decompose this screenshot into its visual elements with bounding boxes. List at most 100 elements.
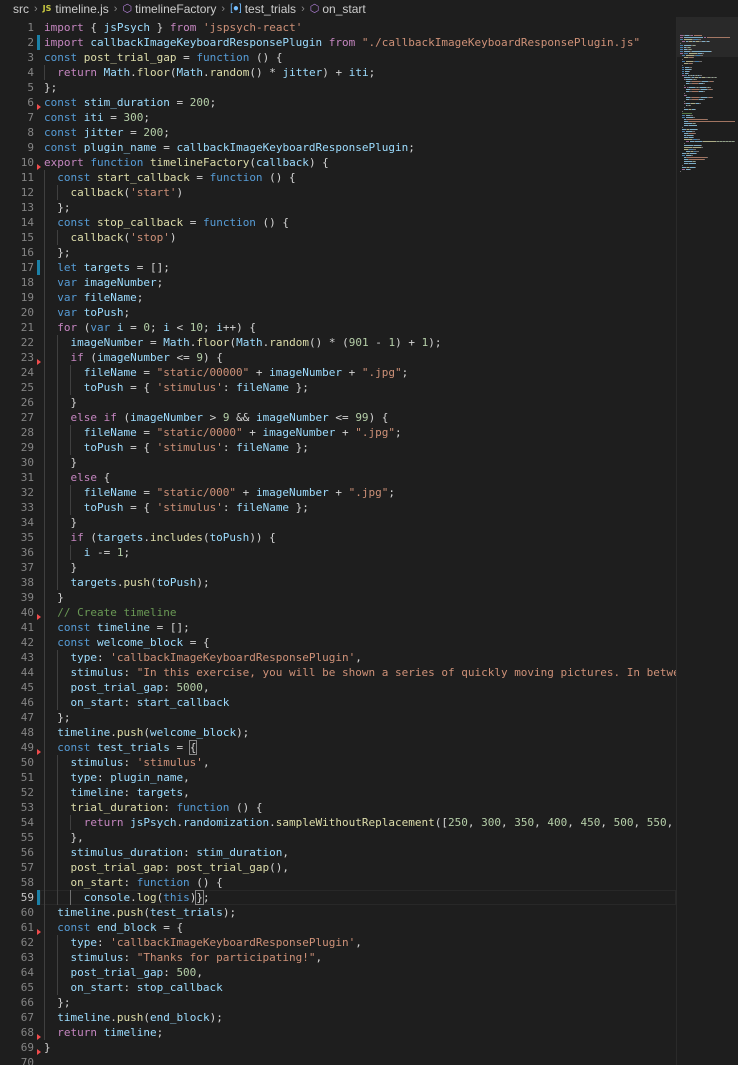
code-line[interactable]: 54 return jsPsych.randomization.sampleWit… bbox=[0, 815, 676, 830]
code-line[interactable]: 1 import { jsPsych } from 'jspsych-react' bbox=[0, 20, 676, 35]
code-line[interactable]: 51 type: plugin_name, bbox=[0, 770, 676, 785]
code-line[interactable]: 56 stimulus_duration: stim_duration, bbox=[0, 845, 676, 860]
code-line[interactable]: 35 if (targets.includes(toPush)) { bbox=[0, 530, 676, 545]
code-line[interactable]: 48 timeline.push(welcome_block); bbox=[0, 725, 676, 740]
code-line[interactable]: 17 let targets = []; bbox=[0, 260, 676, 275]
code-token: const bbox=[57, 621, 91, 634]
code-line[interactable]: 18 var imageNumber; bbox=[0, 275, 676, 290]
code-line[interactable]: 58 on_start: function () { bbox=[0, 875, 676, 890]
code-line[interactable]: 45 post_trial_gap: 5000, bbox=[0, 680, 676, 695]
indent-guide bbox=[44, 785, 45, 800]
code-line[interactable]: 24 fileName = "static/00000" + imageNumbe… bbox=[0, 365, 676, 380]
code-line[interactable]: 63 stimulus: "Thanks for participating!", bbox=[0, 950, 676, 965]
minimap-token bbox=[695, 161, 696, 162]
minimap-token bbox=[682, 127, 683, 128]
code-line[interactable]: 5}; bbox=[0, 80, 676, 95]
modified-line-marker[interactable] bbox=[37, 35, 40, 50]
code-token: ) { bbox=[202, 351, 223, 364]
minimap-token bbox=[689, 71, 690, 72]
code-line[interactable]: 9 const plugin_name = callbackImageKeyboa… bbox=[0, 140, 676, 155]
code-line[interactable]: 49 const test_trials = { bbox=[0, 740, 676, 755]
code-line[interactable]: 62 type: 'callbackImageKeyboardResponsePl… bbox=[0, 935, 676, 950]
code-token: ; bbox=[202, 321, 217, 334]
breadcrumb-file[interactable]: JS timeline.js bbox=[43, 2, 109, 16]
code-line[interactable]: 55}, bbox=[0, 830, 676, 845]
code-token: toPush bbox=[156, 576, 197, 589]
code-line[interactable]: 21 for (var i = 0; i < 10; i++) { bbox=[0, 320, 676, 335]
code-token: } bbox=[70, 456, 78, 469]
code-line[interactable]: 8 const jitter = 200; bbox=[0, 125, 676, 140]
code-line[interactable]: 47}; bbox=[0, 710, 676, 725]
line-code: type: 'callbackImageKeyboardResponsePlug… bbox=[70, 935, 361, 950]
code-line[interactable]: 34} bbox=[0, 515, 676, 530]
code-line[interactable]: 15 callback('stop') bbox=[0, 230, 676, 245]
code-line[interactable]: 70 bbox=[0, 1055, 676, 1065]
code-line[interactable]: 3 const post_trial_gap = function () { bbox=[0, 50, 676, 65]
code-line[interactable]: 6 const stim_duration = 200; bbox=[0, 95, 676, 110]
modified-line-marker[interactable] bbox=[37, 260, 40, 275]
code-line[interactable]: 69} bbox=[0, 1040, 676, 1055]
code-line[interactable]: 68 return timeline; bbox=[0, 1025, 676, 1040]
code-line[interactable]: 66}; bbox=[0, 995, 676, 1010]
code-editor[interactable]: 1 import { jsPsych } from 'jspsych-react'… bbox=[0, 17, 676, 1065]
code-line[interactable]: 30} bbox=[0, 455, 676, 470]
code-line[interactable]: 53 trial_duration: function () { bbox=[0, 800, 676, 815]
code-line[interactable]: 12 callback('start') bbox=[0, 185, 676, 200]
code-line[interactable]: 40 // Create timeline bbox=[0, 605, 676, 620]
code-line[interactable]: 57 post_trial_gap: post_trial_gap(), bbox=[0, 860, 676, 875]
code-token: push bbox=[116, 726, 144, 739]
minimap[interactable] bbox=[676, 17, 738, 1065]
line-number: 44 bbox=[20, 666, 34, 679]
code-line[interactable]: 26} bbox=[0, 395, 676, 410]
code-line[interactable]: 28 fileName = "static/0000" + imageNumber… bbox=[0, 425, 676, 440]
code-line[interactable]: 41 const timeline = []; bbox=[0, 620, 676, 635]
code-line[interactable]: 44 stimulus: "In this exercise, you will … bbox=[0, 665, 676, 680]
code-line[interactable]: 37} bbox=[0, 560, 676, 575]
code-line[interactable]: 23 if (imageNumber <= 9) { bbox=[0, 350, 676, 365]
code-line[interactable]: 2 import callbackImageKeyboardResponsePlu… bbox=[0, 35, 676, 50]
code-line[interactable]: 10 export function timelineFactory(callba… bbox=[0, 155, 676, 170]
code-line[interactable]: 7 const iti = 300; bbox=[0, 110, 676, 125]
code-line[interactable]: 11 const start_callback = function () { bbox=[0, 170, 676, 185]
code-token: : bbox=[163, 861, 177, 874]
code-line[interactable]: 14 const stop_callback = function () { bbox=[0, 215, 676, 230]
code-line[interactable]: 20 var toPush; bbox=[0, 305, 676, 320]
code-line[interactable]: 38 targets.push(toPush); bbox=[0, 575, 676, 590]
code-line[interactable]: 31 else { bbox=[0, 470, 676, 485]
code-token: Math bbox=[163, 336, 190, 349]
code-line[interactable]: 13}; bbox=[0, 200, 676, 215]
code-line[interactable]: 25 toPush = { 'stimulus': fileName }; bbox=[0, 380, 676, 395]
code-line[interactable]: 33 toPush = { 'stimulus': fileName }; bbox=[0, 500, 676, 515]
code-line[interactable]: 50 stimulus: 'stimulus', bbox=[0, 755, 676, 770]
line-code: } bbox=[70, 515, 77, 530]
code-line[interactable]: 60 timeline.push(test_trials); bbox=[0, 905, 676, 920]
breadcrumb-function[interactable]: ⬡ timelineFactory bbox=[122, 2, 216, 16]
code-line[interactable]: 61 const end_block = { bbox=[0, 920, 676, 935]
code-line[interactable]: 22 imageNumber = Math.floor(Math.random()… bbox=[0, 335, 676, 350]
indent-guide bbox=[57, 650, 59, 665]
code-line[interactable]: 59 console.log(this)}; bbox=[0, 890, 676, 905]
code-line[interactable]: 43 type: 'callbackImageKeyboardResponsePl… bbox=[0, 650, 676, 665]
code-line[interactable]: 42 const welcome_block = { bbox=[0, 635, 676, 650]
modified-line-marker[interactable] bbox=[37, 890, 40, 905]
minimap-token bbox=[692, 63, 693, 64]
code-line[interactable]: 67 timeline.push(end_block); bbox=[0, 1010, 676, 1025]
code-token: welcome_block bbox=[149, 726, 237, 739]
code-line[interactable]: 39} bbox=[0, 590, 676, 605]
code-line[interactable]: 65 on_start: stop_callback bbox=[0, 980, 676, 995]
code-line[interactable]: 16}; bbox=[0, 245, 676, 260]
breadcrumb-folder[interactable]: src bbox=[13, 2, 29, 16]
code-line[interactable]: 46 on_start: start_callback bbox=[0, 695, 676, 710]
breadcrumb-method[interactable]: ⬡ on_start bbox=[310, 2, 366, 16]
code-line[interactable]: 29 toPush = { 'stimulus': fileName }; bbox=[0, 440, 676, 455]
code-line[interactable]: 4 return Math.floor(Math.random() * jitte… bbox=[0, 65, 676, 80]
code-line[interactable]: 27 else if (imageNumber > 9 && imageNumbe… bbox=[0, 410, 676, 425]
code-line[interactable]: 32 fileName = "static/000" + imageNumber … bbox=[0, 485, 676, 500]
code-token: fileName bbox=[83, 426, 137, 439]
breadcrumb-variable[interactable]: [●] test_trials bbox=[230, 2, 296, 16]
code-line[interactable]: 64 post_trial_gap: 500, bbox=[0, 965, 676, 980]
code-line[interactable]: 36 i -= 1; bbox=[0, 545, 676, 560]
code-token: () * bbox=[249, 66, 283, 79]
code-line[interactable]: 52 timeline: targets, bbox=[0, 785, 676, 800]
code-line[interactable]: 19 var fileName; bbox=[0, 290, 676, 305]
